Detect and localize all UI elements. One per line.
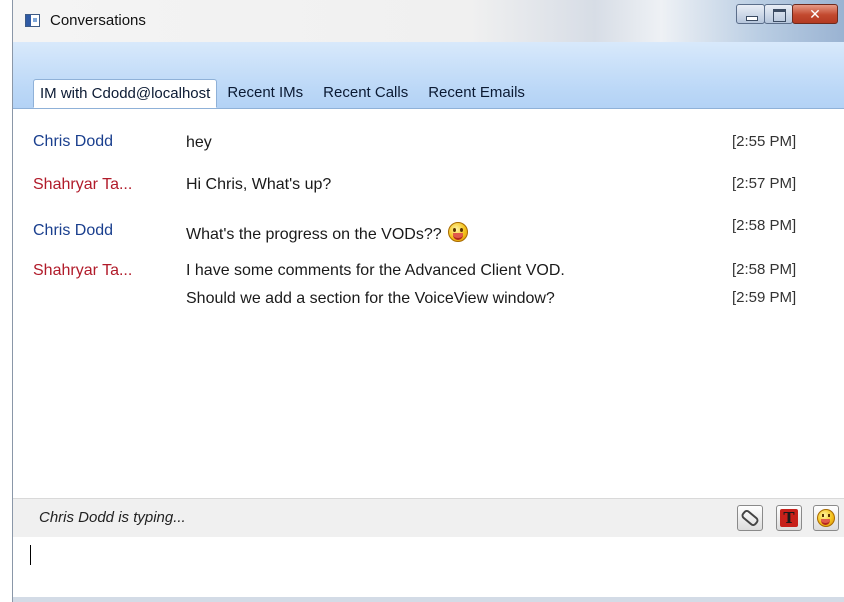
message-text-wrap: What's the progress on the VODs?? [186, 222, 468, 244]
message-time: [2:59 PM] [732, 289, 797, 306]
text-caret [30, 545, 31, 565]
minimize-icon [746, 16, 758, 21]
emoticon-icon [817, 509, 835, 527]
app-icon [25, 14, 40, 27]
close-button[interactable]: ✕ [792, 4, 838, 24]
tab-im-with-cdodd[interactable]: IM with Cdodd@localhost [33, 79, 218, 108]
message-time: [2:58 PM] [732, 217, 797, 234]
typing-indicator: Chris Dodd is typing... [39, 509, 186, 526]
message-time: [2:58 PM] [732, 261, 797, 278]
close-icon: ✕ [809, 6, 821, 22]
minimize-button[interactable] [736, 4, 765, 24]
message-text: I have some comments for the Advanced Cl… [186, 262, 565, 279]
message-sender: Chris Dodd [33, 222, 114, 239]
window-bottom-edge [13, 597, 844, 602]
font-format-icon: T [780, 509, 798, 527]
window-controls: ✕ [736, 4, 838, 24]
message-list: Chris Dodd hey [2:55 PM] Shahryar Ta... … [13, 108, 844, 498]
message-text: Hi Chris, What's up? [186, 176, 332, 193]
maximize-button[interactable] [764, 4, 793, 24]
tabs: IM with Cdodd@localhost Recent IMs Recen… [33, 79, 535, 108]
conversations-window: Conversations ✕ IM with Cdodd@localhost … [12, 0, 844, 602]
status-bar: Chris Dodd is typing... T [13, 498, 844, 538]
window-title: Conversations [50, 12, 146, 29]
smiley-icon [447, 222, 468, 242]
tab-recent-emails[interactable]: Recent Emails [418, 79, 535, 108]
emoticon-button[interactable] [813, 505, 839, 531]
message-sender: Shahryar Ta... [33, 262, 133, 279]
attach-file-button[interactable] [737, 505, 763, 531]
tab-recent-calls[interactable]: Recent Calls [313, 79, 418, 108]
attach-file-icon [739, 508, 761, 528]
title-bar[interactable]: Conversations ✕ [13, 0, 844, 43]
font-format-button[interactable]: T [776, 505, 802, 531]
message-text: Should we add a section for the VoiceVie… [186, 290, 555, 307]
message-sender: Chris Dodd [33, 133, 114, 150]
message-sender: Shahryar Ta... [33, 176, 133, 193]
tab-recent-ims[interactable]: Recent IMs [217, 79, 313, 108]
maximize-icon [773, 9, 786, 22]
message-input[interactable] [13, 537, 844, 598]
tab-strip: IM with Cdodd@localhost Recent IMs Recen… [13, 42, 844, 109]
message-text: What's the progress on the VODs?? [186, 226, 442, 243]
message-time: [2:57 PM] [732, 175, 797, 192]
message-time: [2:55 PM] [732, 133, 797, 150]
message-text: hey [186, 134, 212, 151]
